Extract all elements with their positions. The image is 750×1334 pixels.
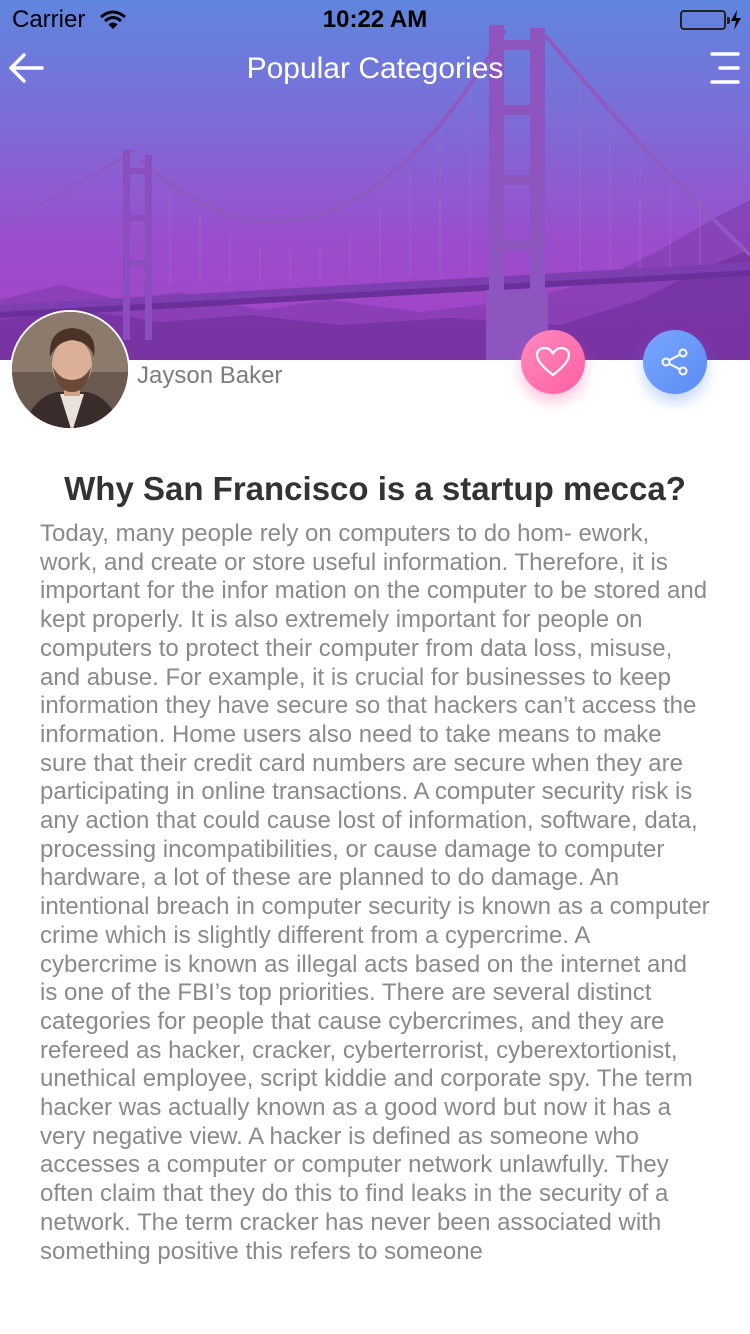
heart-icon: [536, 347, 570, 377]
hamburger-menu-icon: [710, 52, 740, 84]
author-avatar[interactable]: [10, 310, 130, 430]
hero-image: Carrier 10:22 AM Popular Categories: [0, 0, 750, 360]
share-button[interactable]: [643, 330, 707, 394]
like-button[interactable]: [521, 330, 585, 394]
menu-button[interactable]: [706, 46, 742, 90]
share-icon: [661, 348, 688, 376]
article-body: Today, many people rely on computers to …: [40, 520, 710, 1265]
author-name[interactable]: Jayson Baker: [137, 362, 282, 390]
avatar-image: [12, 312, 128, 428]
status-bar: Carrier 10:22 AM: [0, 0, 750, 40]
article-title: Why San Francisco is a startup mecca?: [64, 470, 686, 507]
charging-icon: [730, 9, 742, 30]
navigation-bar: Popular Categories: [0, 40, 750, 100]
clock-time: 10:22 AM: [322, 6, 428, 33]
page-title: Popular Categories: [246, 52, 504, 85]
article-screen: Carrier 10:22 AM Popular Categories Jays…: [0, 0, 750, 1334]
battery-icon: [680, 10, 730, 30]
